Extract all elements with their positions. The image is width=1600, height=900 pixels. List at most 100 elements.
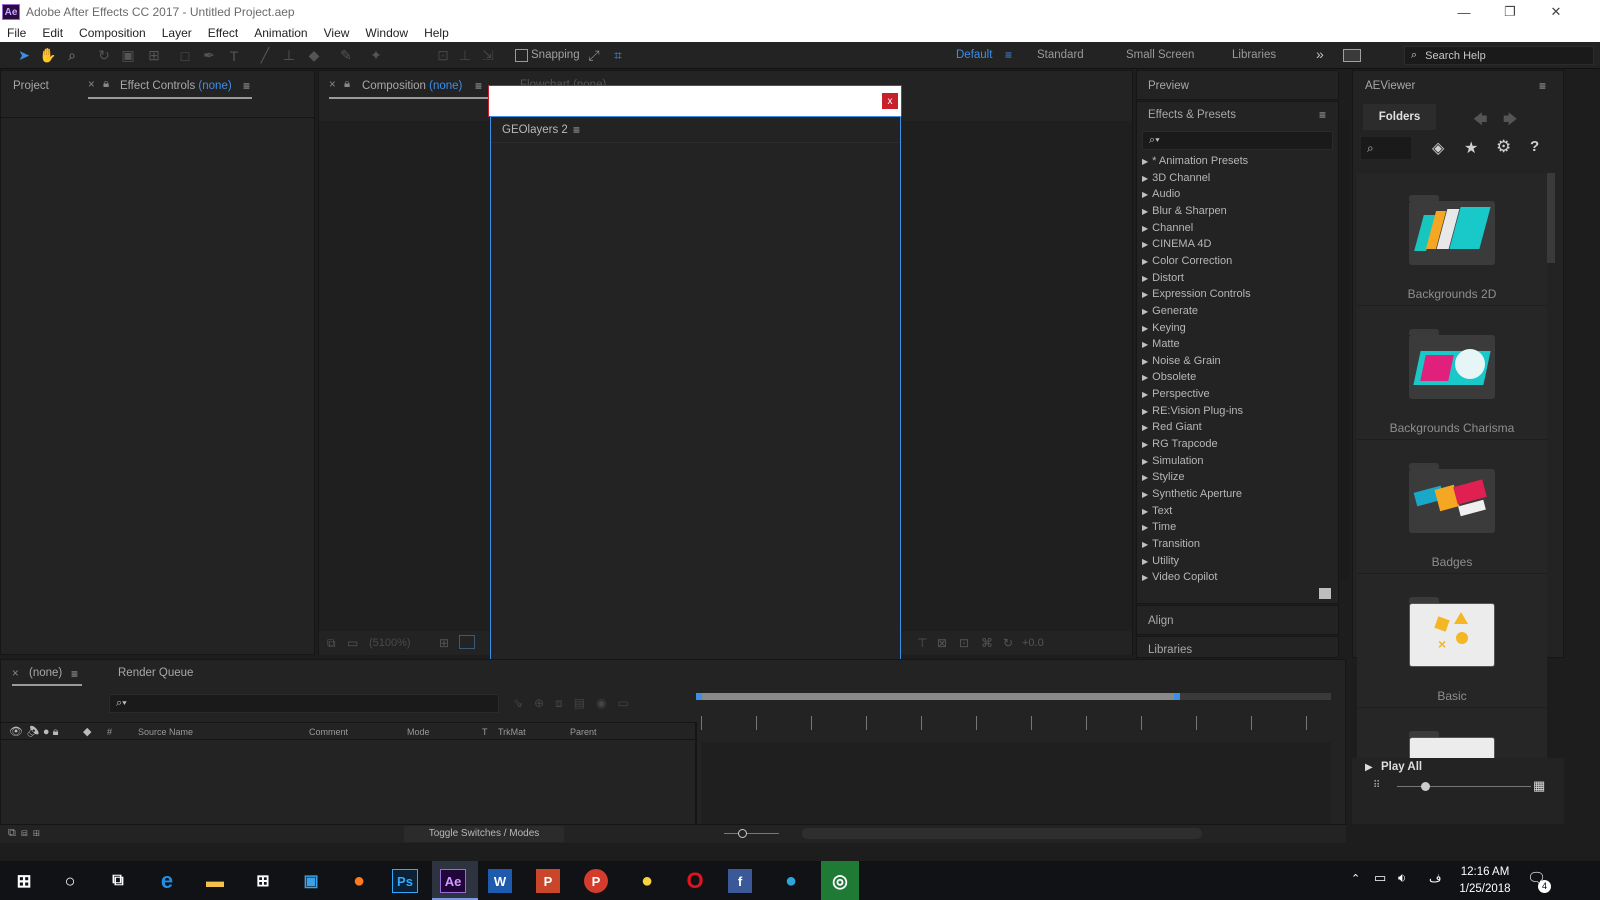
zoom-dropdown[interactable]: (5100%) bbox=[369, 637, 411, 649]
reset-exposure-icon[interactable]: ↻ bbox=[1003, 636, 1013, 650]
workspace-libraries[interactable]: Libraries bbox=[1232, 49, 1276, 61]
expand-arrow-icon[interactable]: ▶ bbox=[1142, 373, 1148, 382]
hand-tool-icon[interactable]: ✋ bbox=[38, 46, 58, 65]
snapping-checkbox[interactable] bbox=[515, 49, 528, 62]
powerpoint-icon[interactable]: P bbox=[536, 869, 560, 893]
volume-icon[interactable]: 🔉︎ bbox=[1398, 870, 1406, 886]
3d-view-icon[interactable]: ⊤ bbox=[917, 636, 927, 650]
remote-desktop-icon[interactable]: ▣ bbox=[296, 866, 326, 896]
show-hidden-icons[interactable]: ⌃ bbox=[1351, 872, 1360, 885]
menu-help[interactable]: Help bbox=[416, 26, 457, 40]
timeline-footer-icons[interactable]: ⧉⧈⊞ bbox=[8, 827, 45, 840]
forward-arrow-icon[interactable]: 🡆 bbox=[1503, 109, 1517, 133]
panel-menu-icon[interactable]: ≡ bbox=[1319, 108, 1326, 122]
effects-search-input[interactable]: ⌕▾ bbox=[1142, 131, 1333, 150]
lock-icon[interactable]: 🔒︎ bbox=[344, 78, 350, 91]
expand-arrow-icon[interactable]: ▶ bbox=[1142, 507, 1148, 516]
expand-arrow-icon[interactable]: ▶ bbox=[1142, 307, 1148, 316]
aeviewer-search-input[interactable]: ⌕ bbox=[1361, 137, 1411, 159]
effects-category-item[interactable]: ▶ Audio bbox=[1142, 188, 1180, 200]
thumbnail-size-slider[interactable] bbox=[1397, 786, 1531, 787]
panel-menu-icon[interactable]: ≡ bbox=[475, 79, 482, 93]
effects-category-item[interactable]: ▶ Generate bbox=[1142, 305, 1198, 317]
effects-category-item[interactable]: ▶ * Animation Presets bbox=[1142, 155, 1248, 167]
col-source-name[interactable]: Source Name bbox=[138, 727, 193, 737]
app-yellow-icon[interactable]: ● bbox=[632, 866, 662, 896]
rectangle-tool-icon[interactable]: □ bbox=[175, 46, 195, 65]
folder-item[interactable]: × Basic bbox=[1357, 575, 1547, 708]
aeviewer-scrollbar[interactable] bbox=[1547, 173, 1555, 263]
slider-handle[interactable] bbox=[1421, 782, 1430, 791]
expand-arrow-icon[interactable]: ▶ bbox=[1142, 390, 1148, 399]
fast-previews-icon[interactable]: ⊠ bbox=[937, 636, 947, 650]
flowchart-icon[interactable]: ⌘ bbox=[981, 636, 993, 650]
pen-tool-icon[interactable]: ✒ bbox=[199, 46, 219, 65]
monitor-icon[interactable]: ▭ bbox=[347, 636, 358, 650]
comp-flowchart-icon[interactable]: ⊡ bbox=[959, 636, 969, 650]
tab-effect-controls[interactable]: Effect Controls (none) bbox=[120, 80, 232, 92]
effects-category-item[interactable]: ▶ Keying bbox=[1142, 322, 1186, 334]
col-parent[interactable]: Parent bbox=[570, 727, 597, 737]
snap-edges-icon[interactable]: ⤢ bbox=[584, 46, 604, 65]
active-app-icon[interactable]: ◎ bbox=[825, 866, 855, 896]
menu-file[interactable]: File bbox=[0, 26, 34, 40]
tab-render-queue[interactable]: Render Queue bbox=[118, 667, 193, 679]
workspace-standard[interactable]: Standard bbox=[1037, 49, 1084, 61]
work-area-end-handle[interactable] bbox=[1174, 693, 1180, 700]
menu-animation[interactable]: Animation bbox=[246, 26, 315, 40]
expand-arrow-icon[interactable]: ▶ bbox=[1142, 490, 1148, 499]
effects-category-item[interactable]: ▶ Text bbox=[1142, 505, 1172, 517]
task-view-icon[interactable]: ⧉ bbox=[103, 866, 133, 896]
world-axis-icon[interactable]: ⊥ bbox=[455, 46, 475, 65]
minimize-button[interactable]: — bbox=[1441, 0, 1487, 24]
expand-arrow-icon[interactable]: ▶ bbox=[1142, 290, 1148, 299]
network-icon[interactable]: ▭ bbox=[1374, 870, 1386, 886]
expand-arrow-icon[interactable]: ▶ bbox=[1142, 573, 1148, 582]
menu-edit[interactable]: Edit bbox=[34, 26, 71, 40]
expand-arrow-icon[interactable]: ▶ bbox=[1142, 473, 1148, 482]
tab-close-icon[interactable]: × bbox=[88, 79, 95, 91]
lock-icon[interactable]: 🔒︎ bbox=[103, 78, 109, 91]
expand-arrow-icon[interactable]: ▶ bbox=[1142, 457, 1148, 466]
transparency-icon[interactable] bbox=[459, 635, 475, 649]
timeline-search-input[interactable]: ⌕▾ bbox=[109, 694, 499, 713]
expand-arrow-icon[interactable]: ▶ bbox=[1142, 240, 1148, 249]
timeline-track-area[interactable] bbox=[701, 742, 1331, 828]
large-grid-icon[interactable]: ▦ bbox=[1533, 778, 1545, 794]
expand-arrow-icon[interactable]: ▶ bbox=[1142, 274, 1148, 283]
zoom-tool-icon[interactable]: ⌕ bbox=[62, 46, 82, 65]
grid-icon[interactable]: ⊞ bbox=[439, 636, 449, 650]
tab-close-icon[interactable]: × bbox=[329, 79, 336, 91]
expand-arrow-icon[interactable]: ▶ bbox=[1142, 423, 1148, 432]
cortana-icon[interactable]: ○ bbox=[55, 866, 85, 896]
expand-arrow-icon[interactable]: ▶ bbox=[1142, 224, 1148, 233]
type-tool-icon[interactable]: T bbox=[224, 46, 244, 65]
after-effects-icon[interactable]: Ae bbox=[440, 869, 466, 893]
close-window-button[interactable]: ✕ bbox=[1533, 0, 1579, 24]
col-mode[interactable]: Mode bbox=[407, 727, 430, 737]
tab-libraries[interactable]: Libraries bbox=[1148, 644, 1192, 656]
effects-category-item[interactable]: ▶ CINEMA 4D bbox=[1142, 238, 1211, 250]
timeline-horizontal-scrollbar[interactable] bbox=[802, 828, 1202, 839]
panel-menu-icon[interactable]: ≡ bbox=[573, 123, 580, 137]
menu-composition[interactable]: Composition bbox=[71, 26, 154, 40]
edge-icon[interactable]: e bbox=[152, 866, 182, 896]
expand-arrow-icon[interactable]: ▶ bbox=[1142, 523, 1148, 532]
tab-composition[interactable]: Composition (none) bbox=[362, 80, 462, 92]
store-icon[interactable]: ⊞ bbox=[248, 866, 278, 896]
workspace-menu-icon[interactable]: ≡ bbox=[1005, 48, 1012, 62]
tab-close-icon[interactable]: × bbox=[12, 668, 19, 680]
zoom-slider-handle[interactable] bbox=[738, 829, 747, 838]
effects-category-item[interactable]: ▶ Video Copilot bbox=[1142, 571, 1217, 583]
language-indicator[interactable]: ف bbox=[1429, 871, 1441, 885]
search-help-field[interactable]: ⌕ Search Help bbox=[1404, 46, 1594, 65]
firefox-icon[interactable]: ● bbox=[344, 866, 374, 896]
workspace-layout-icon[interactable] bbox=[1343, 49, 1361, 62]
effects-category-item[interactable]: ▶ Noise & Grain bbox=[1142, 355, 1221, 367]
camera-tool-icon[interactable]: ▣ bbox=[118, 46, 138, 65]
roto-brush-tool-icon[interactable]: ✎ bbox=[336, 46, 356, 65]
expand-arrow-icon[interactable]: ▶ bbox=[1142, 340, 1148, 349]
work-area-range[interactable] bbox=[697, 693, 1177, 700]
effects-category-item[interactable]: ▶ Transition bbox=[1142, 538, 1200, 550]
geolayers-window-titlebar[interactable]: x bbox=[488, 85, 902, 117]
